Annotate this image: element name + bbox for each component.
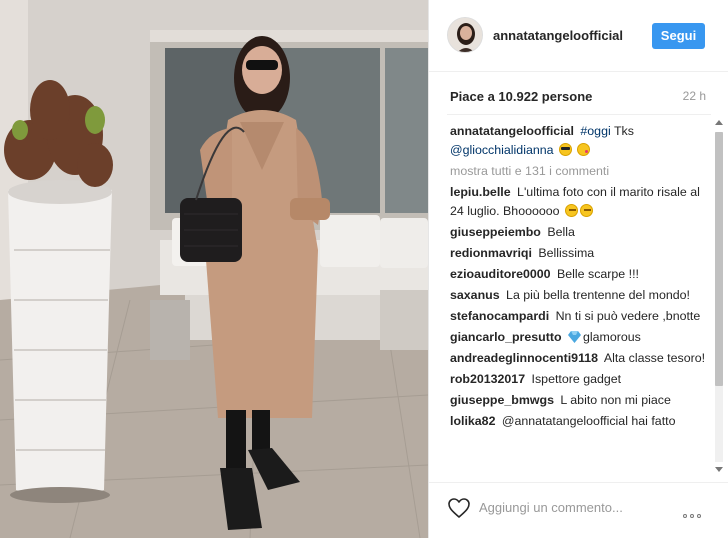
comment-text: @annatatangeloofficial hai fatto [501,414,676,428]
comment-item: redionmavriqi Bellissima [450,244,712,263]
divider [447,114,711,115]
comments-list[interactable]: annatatangeloofficial #oggi Tks @gliocch… [450,122,712,474]
heart-icon[interactable] [447,497,471,519]
comment-text: Alta classe tesoro! [603,351,706,365]
comment-text: Ispettore gadget [531,372,622,386]
thinking-emoji-icon [580,204,593,217]
comment-item: giuseppeiembo Bella [450,223,712,242]
view-all-comments-link[interactable]: mostra tutti e 131 i commenti [450,162,712,181]
comment-item: saxanus La più bella trentenne del mondo… [450,286,712,305]
caption-username[interactable]: annatatangeloofficial [450,124,574,138]
comment-text: glamorous [583,330,641,344]
post-side-panel: annatatangeloofficial Segui Piace a 10.9… [428,0,728,538]
comment-input[interactable] [479,496,669,518]
comment-item: lolika82 @annatatangeloofficial hai fatt… [450,412,712,431]
comment-text: La più bella trentenne del mondo! [506,288,690,302]
post-username[interactable]: annatatangeloofficial [493,28,623,43]
likes-count[interactable]: Piace a 10.922 persone [450,89,592,104]
comment-item: giancarlo_presutto glamorous [450,328,712,347]
comment-bar [429,482,728,538]
comment-username[interactable]: redionmavriqi [450,246,532,260]
post-header: annatatangeloofficial Segui [429,0,728,72]
scroll-up-arrow-icon[interactable] [715,120,723,125]
comment-username[interactable]: giuseppeiembo [450,225,541,239]
more-options-icon[interactable] [683,505,707,518]
comment-username[interactable]: stefanocampardi [450,309,549,323]
caption-hashtag[interactable]: #oggi [580,124,610,138]
comment-username[interactable]: saxanus [450,288,500,302]
comment-text: Nn ti si può vedere ,bnotte [555,309,701,323]
comment-username[interactable]: rob20132017 [450,372,525,386]
comment-item: andreadeglinnocenti9118 Alta classe teso… [450,349,712,368]
comment-text: Bellissima [538,246,595,260]
comments-scrollbar[interactable] [713,118,725,476]
avatar[interactable] [447,17,483,53]
scrollbar-thumb[interactable] [715,132,723,386]
avatar-image [448,18,482,52]
comment-item: ezioauditore0000 Belle scarpe !!! [450,265,712,284]
comment-item: rob20132017 Ispettore gadget [450,370,712,389]
sunglasses-emoji-icon [558,143,572,156]
comment-item: giuseppe_bmwgs L abito non mi piace [450,391,712,410]
follow-button[interactable]: Segui [652,23,705,49]
post-photo [0,0,428,538]
comment-text: L abito non mi piace [560,393,671,407]
caption-text: Tks [613,124,634,138]
thinking-emoji-icon [565,204,578,217]
comment-username[interactable]: lolika82 [450,414,495,428]
caption: annatatangeloofficial #oggi Tks @gliocch… [450,122,712,160]
post-timestamp[interactable]: 22 h [683,89,706,103]
comment-text: Belle scarpe !!! [557,267,639,281]
comment-username[interactable]: andreadeglinnocenti9118 [450,351,598,365]
gem-emoji-icon [568,331,581,343]
comment-username[interactable]: giancarlo_presutto [450,330,562,344]
scroll-down-arrow-icon[interactable] [715,467,723,472]
comment-item: lepiu.belle L'ultima foto con il marito … [450,183,712,221]
comment-text: Bella [547,225,575,239]
comment-username[interactable]: giuseppe_bmwgs [450,393,554,407]
caption-mention[interactable]: @gliocchialidianna [450,143,554,157]
post-photo-scene [0,0,428,538]
comment-item: stefanocampardi Nn ti si può vedere ,bno… [450,307,712,326]
comment-username[interactable]: ezioauditore0000 [450,267,551,281]
kiss-emoji-icon [577,143,591,156]
comment-username[interactable]: lepiu.belle [450,185,511,199]
